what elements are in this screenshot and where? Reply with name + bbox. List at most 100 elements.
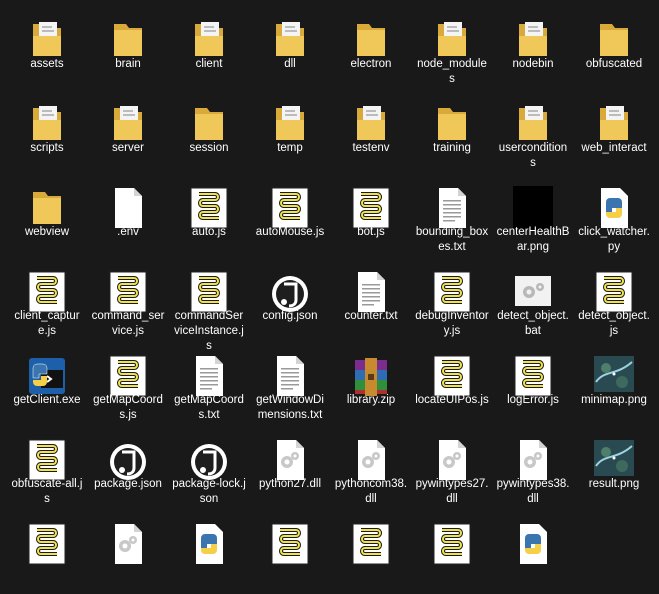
- file-item-label: brain: [115, 58, 141, 70]
- file-item[interactable]: pywintypes27.dll: [413, 426, 491, 510]
- file-item-label: detect_object.js: [578, 310, 650, 337]
- file-item-label: library.zip: [346, 394, 396, 406]
- file-item[interactable]: training: [413, 90, 491, 174]
- file-item-label: getMapCoords.js: [93, 394, 163, 421]
- file-item[interactable]: click_watcher.py: [575, 174, 653, 258]
- js-file-icon: [351, 520, 391, 568]
- file-item-label: training: [433, 142, 471, 154]
- file-item-label: locateUIPos.js: [415, 394, 489, 406]
- file-item[interactable]: scripts: [8, 90, 86, 174]
- file-item[interactable]: bounding_boxes.txt: [413, 174, 491, 258]
- file-item[interactable]: client_capture.js: [8, 258, 86, 342]
- file-item[interactable]: config.json: [251, 258, 329, 342]
- js-file-icon: [270, 520, 310, 568]
- file-item-label: scripts: [30, 142, 64, 154]
- file-item[interactable]: getMapCoords.txt: [170, 342, 248, 426]
- file-item-label: getClient.exe: [13, 394, 81, 406]
- file-item-label: command_service.js: [91, 310, 165, 337]
- file-item-label: web_interact: [581, 142, 647, 154]
- file-item[interactable]: auto.js: [170, 174, 248, 258]
- file-item[interactable]: electron: [332, 6, 410, 90]
- file-item-label: client: [195, 58, 223, 70]
- file-item[interactable]: [494, 510, 572, 594]
- file-item-label: config.json: [262, 310, 318, 322]
- file-item[interactable]: autoMouse.js: [251, 174, 329, 258]
- file-item-label: electron: [350, 58, 392, 70]
- file-item[interactable]: obfuscated: [575, 6, 653, 90]
- file-item-label: logError.js: [507, 394, 559, 406]
- js-file-icon: [27, 520, 67, 568]
- file-item[interactable]: brain: [89, 6, 167, 90]
- file-item[interactable]: centerHealthBar.png: [494, 174, 572, 258]
- file-item[interactable]: detect_object.js: [575, 258, 653, 342]
- file-item-label: debugInventory.js: [415, 310, 489, 337]
- file-item[interactable]: bot.js: [332, 174, 410, 258]
- file-item-label: result.png: [588, 478, 640, 490]
- file-item-label: session: [189, 142, 229, 154]
- file-explorer-view: assets brain client dll electron node_mo…: [0, 0, 659, 593]
- file-item[interactable]: getClient.exe: [8, 342, 86, 426]
- file-item[interactable]: command_service.js: [89, 258, 167, 342]
- file-item-label: webview: [24, 226, 70, 238]
- file-item[interactable]: commandServiceInstance.js: [170, 258, 248, 352]
- file-item-label: bounding_boxes.txt: [415, 226, 489, 253]
- file-item-label: detect_object.bat: [497, 310, 569, 337]
- file-item[interactable]: [8, 510, 86, 594]
- file-item[interactable]: [332, 510, 410, 594]
- file-item[interactable]: assets: [8, 6, 86, 90]
- file-item[interactable]: temp: [251, 90, 329, 174]
- file-item-label: package.json: [94, 478, 162, 490]
- file-item-label: temp: [277, 142, 303, 154]
- file-item[interactable]: locateUIPos.js: [413, 342, 491, 426]
- python-file-icon: [513, 520, 553, 568]
- file-item[interactable]: result.png: [575, 426, 653, 510]
- file-item[interactable]: python27.dll: [251, 426, 329, 510]
- file-item-label: pywintypes27.dll: [415, 478, 489, 505]
- file-item[interactable]: pythoncom38.dll: [332, 426, 410, 510]
- file-item-label: minimap.png: [581, 394, 647, 406]
- file-item[interactable]: session: [170, 90, 248, 174]
- file-item[interactable]: node_modules: [413, 6, 491, 90]
- file-item-label: pywintypes38.dll: [496, 478, 570, 505]
- file-item[interactable]: .env: [89, 174, 167, 258]
- file-item-label: node_modules: [417, 58, 487, 85]
- file-item-label: pythoncom38.dll: [334, 478, 408, 505]
- file-item[interactable]: client: [170, 6, 248, 90]
- file-item[interactable]: detect_object.bat: [494, 258, 572, 342]
- file-item[interactable]: [251, 510, 329, 594]
- file-item[interactable]: [89, 510, 167, 594]
- file-item[interactable]: package.json: [89, 426, 167, 510]
- file-item[interactable]: debugInventory.js: [413, 258, 491, 342]
- file-item[interactable]: webview: [8, 174, 86, 258]
- file-item[interactable]: package-lock.json: [170, 426, 248, 510]
- file-item[interactable]: logError.js: [494, 342, 572, 426]
- file-item-label: assets: [30, 58, 64, 70]
- file-item[interactable]: server: [89, 90, 167, 174]
- file-item[interactable]: obfuscate-all.js: [8, 426, 86, 510]
- file-item[interactable]: getMapCoords.js: [89, 342, 167, 426]
- file-item-label: .env: [117, 226, 139, 238]
- file-item[interactable]: pywintypes38.dll: [494, 426, 572, 510]
- file-item[interactable]: testenv: [332, 90, 410, 174]
- file-item-label: package-lock.json: [172, 478, 246, 505]
- file-item-label: dll: [284, 58, 296, 70]
- file-item[interactable]: library.zip: [332, 342, 410, 426]
- dll-file-icon: [108, 520, 148, 568]
- file-item[interactable]: minimap.png: [575, 342, 653, 426]
- file-item-label: client_capture.js: [14, 310, 80, 337]
- file-item-label: testenv: [352, 142, 390, 154]
- file-item[interactable]: [170, 510, 248, 594]
- file-item-label: bot.js: [357, 226, 385, 238]
- file-item[interactable]: dll: [251, 6, 329, 90]
- file-item[interactable]: web_interact: [575, 90, 653, 174]
- file-item[interactable]: [413, 510, 491, 594]
- file-item[interactable]: counter.txt: [332, 258, 410, 342]
- js-file-icon: [432, 520, 472, 568]
- file-item[interactable]: nodebin: [494, 6, 572, 90]
- file-item-label: userconditions: [498, 142, 568, 169]
- file-item[interactable]: userconditions: [494, 90, 572, 174]
- file-item-label: obfuscate-all.js: [11, 478, 83, 505]
- file-item-label: click_watcher.py: [578, 226, 650, 253]
- file-item[interactable]: getWindowDimensions.txt: [251, 342, 329, 426]
- file-item-label: autoMouse.js: [255, 226, 325, 238]
